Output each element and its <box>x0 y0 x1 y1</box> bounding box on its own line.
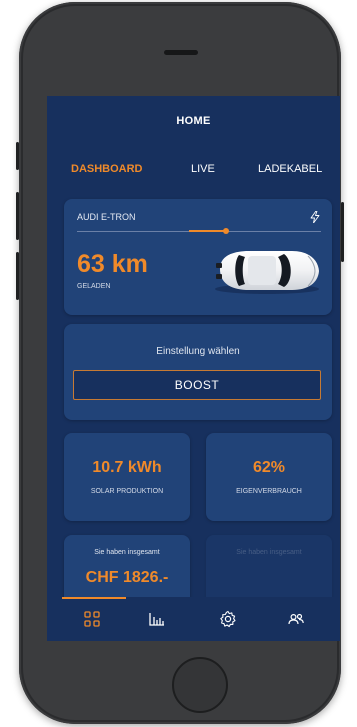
solar-production-card[interactable]: 10.7 kWh SOLAR PRODUKTION <box>64 433 190 521</box>
nav-statistics[interactable] <box>148 610 166 628</box>
tab-dashboard[interactable]: DASHBOARD <box>71 163 143 175</box>
volume-down-button <box>16 252 19 300</box>
users-icon <box>288 613 304 625</box>
savings-card[interactable]: Sie haben insgesamt CHF 1826.- <box>64 535 190 605</box>
power-button <box>341 202 344 262</box>
dashboard-grid-icon <box>84 611 100 627</box>
range-label: GELADEN <box>77 283 111 290</box>
self-consumption-value: 62% <box>252 459 286 476</box>
bottom-navigation <box>47 597 340 641</box>
page-title: HOME <box>176 115 211 127</box>
nav-dashboard[interactable] <box>83 610 101 628</box>
home-button[interactable] <box>172 657 228 713</box>
gear-icon <box>220 610 236 628</box>
lightning-bolt-icon <box>310 211 320 223</box>
setting-card: Einstellung wählen BOOST <box>64 324 332 420</box>
savings-caption-secondary: Sie haben insgesamt <box>236 549 302 556</box>
nav-settings[interactable] <box>219 610 237 628</box>
range-value: 63 km <box>77 250 148 278</box>
volume-up-button <box>16 192 19 240</box>
app-screen: HOME DASHBOARD LIVE LADEKABEL AUDI E-TRO… <box>47 96 340 641</box>
savings-caption: Sie haben insgesamt <box>94 549 160 556</box>
charge-level-handle[interactable] <box>222 228 229 234</box>
solar-production-value: 10.7 kWh <box>92 459 162 476</box>
self-consumption-card[interactable]: 62% EIGENVERBRAUCH <box>206 433 332 521</box>
car-image <box>215 251 319 294</box>
savings-card-secondary[interactable]: Sie haben insgesamt <box>206 535 332 605</box>
mute-switch <box>16 142 19 170</box>
boost-mode-button[interactable]: BOOST <box>73 370 321 400</box>
bar-chart-icon <box>149 613 164 626</box>
vehicle-card[interactable]: AUDI E-TRON 63 km GELADEN <box>64 199 332 315</box>
savings-value: CHF 1826.- <box>85 569 169 586</box>
solar-production-label: SOLAR PRODUKTION <box>90 488 164 495</box>
setting-label: Einstellung wählen <box>156 346 240 357</box>
tab-bar: DASHBOARD LIVE LADEKABEL <box>47 163 340 179</box>
tab-live[interactable]: LIVE <box>191 163 215 175</box>
tab-ladekabel[interactable]: LADEKABEL <box>258 163 322 175</box>
nav-active-indicator <box>62 597 126 599</box>
earpiece-speaker <box>164 50 198 55</box>
vehicle-name: AUDI E-TRON <box>77 212 136 222</box>
charge-level-fill <box>189 230 226 232</box>
self-consumption-label: EIGENVERBRAUCH <box>236 488 302 495</box>
nav-users[interactable] <box>287 610 305 628</box>
